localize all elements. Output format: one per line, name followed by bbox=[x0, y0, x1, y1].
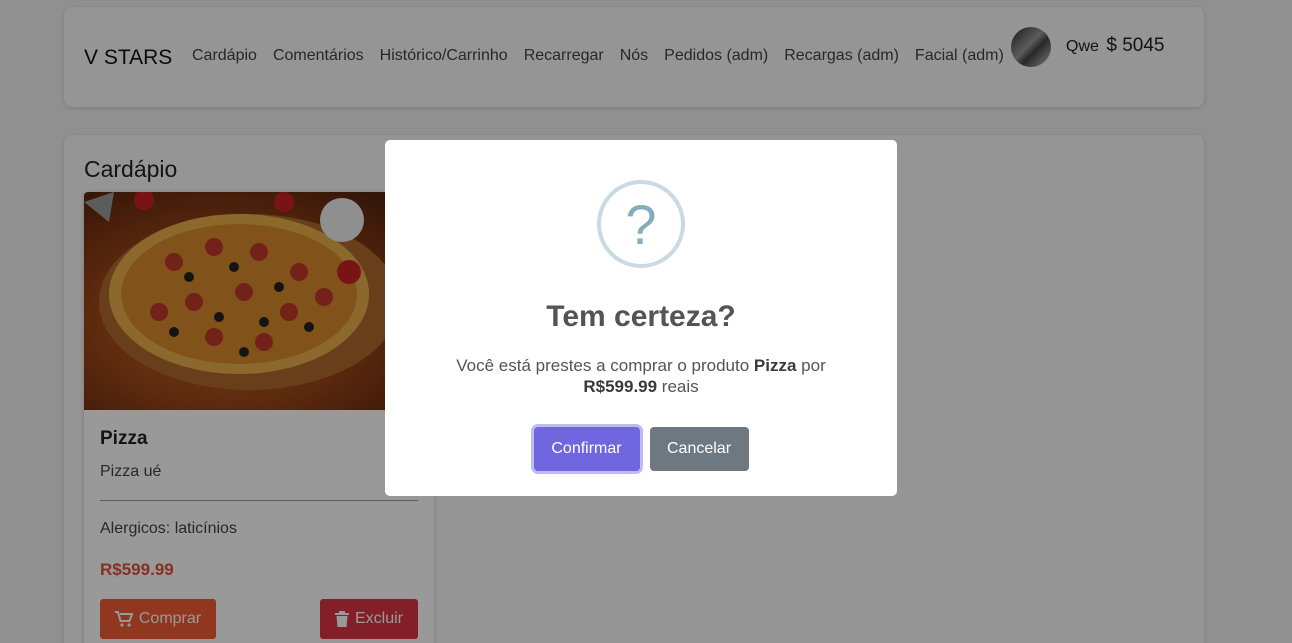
dialog-text-mid: por bbox=[796, 356, 826, 375]
cancel-button[interactable]: Cancelar bbox=[649, 427, 749, 471]
confirm-dialog: ? Tem certeza? Você está prestes a compr… bbox=[385, 140, 897, 496]
dialog-price: R$599.99 bbox=[583, 377, 658, 396]
dialog-text-suffix: reais bbox=[657, 377, 699, 396]
dialog-title: Tem certeza? bbox=[546, 300, 736, 333]
dialog-text-prefix: Você está prestes a comprar o produto bbox=[456, 356, 754, 375]
question-icon: ? bbox=[597, 180, 685, 268]
dialog-text: Você está prestes a comprar o produto Pi… bbox=[425, 355, 857, 397]
confirm-button[interactable]: Confirmar bbox=[533, 427, 640, 471]
dialog-actions: Confirmar Cancelar bbox=[385, 427, 897, 471]
dialog-product-name: Pizza bbox=[753, 356, 797, 375]
